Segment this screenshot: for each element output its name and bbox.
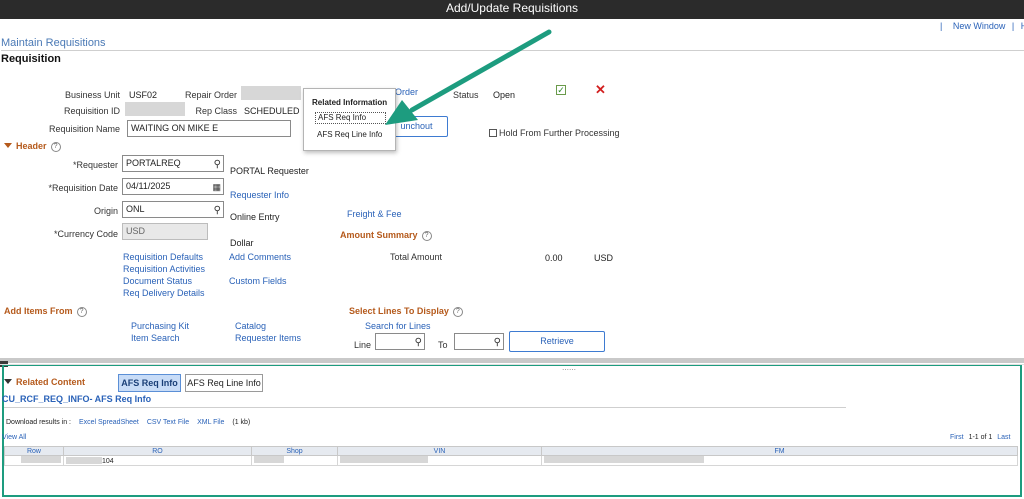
- ro-value: 104: [102, 457, 114, 465]
- cell-shop: [251, 455, 338, 466]
- add-items-label: Add Items From: [4, 306, 73, 316]
- cell-ro: 104: [63, 455, 252, 466]
- download-excel-link[interactable]: Excel SpreadSheet: [79, 419, 139, 426]
- grid-title-divider: [4, 407, 846, 408]
- collapse-triangle-icon: [4, 143, 12, 148]
- grid-pager: First 1-1 of 1 Last: [950, 434, 1011, 441]
- requester-description: PORTAL Requester: [230, 166, 309, 176]
- column-header-ro[interactable]: RO: [63, 446, 252, 456]
- column-header-row[interactable]: Row: [4, 446, 64, 456]
- amount-summary-section: Amount Summary?: [340, 230, 432, 241]
- grid-header-row: Row RO Shop VIN FM: [4, 446, 1018, 456]
- requisition-date-label: *Requisition Date: [48, 183, 118, 193]
- requester-info-link[interactable]: Requester Info: [230, 190, 289, 200]
- to-label: To: [438, 340, 448, 350]
- grid-title: CU_RCF_REQ_INFO- AFS Req Info: [2, 394, 152, 404]
- header-section-label: Header: [16, 141, 47, 151]
- retrieve-button[interactable]: Retrieve: [509, 331, 605, 352]
- cell-fm: [541, 455, 1018, 466]
- currency-code-input: USD: [122, 223, 208, 240]
- help-icon[interactable]: ?: [50, 142, 61, 152]
- select-lines-section: Select Lines To Display?: [349, 306, 463, 317]
- collapse-triangle-icon: [4, 379, 12, 384]
- origin-description: Online Entry: [230, 212, 280, 222]
- help-icon[interactable]: ?: [421, 231, 432, 241]
- requester-label: *Requester: [72, 160, 118, 170]
- line-label: Line: [354, 340, 372, 350]
- tab-afs-req-info[interactable]: AFS Req Info: [118, 374, 181, 392]
- item-search-link[interactable]: Item Search: [131, 333, 180, 343]
- search-icon[interactable]: ⚲: [494, 335, 501, 349]
- req-delivery-details-link[interactable]: Req Delivery Details: [123, 288, 205, 298]
- requester-value: PORTALREQ: [126, 158, 181, 168]
- origin-label: Origin: [93, 206, 118, 216]
- add-items-section: Add Items From?: [4, 306, 87, 317]
- cell-row: [4, 455, 64, 466]
- pager-last-link[interactable]: Last: [997, 434, 1010, 441]
- search-icon[interactable]: ⚲: [214, 157, 221, 171]
- download-row: Download results in : Excel SpreadSheet …: [6, 419, 250, 426]
- search-for-lines-link[interactable]: Search for Lines: [365, 321, 431, 331]
- view-all-link[interactable]: View All: [2, 434, 26, 441]
- add-comments-link[interactable]: Add Comments: [229, 252, 291, 262]
- redacted-block: [21, 456, 61, 463]
- requisition-date-value: 04/11/2025: [126, 181, 171, 191]
- search-icon[interactable]: ⚲: [415, 335, 422, 349]
- related-content-divider: [0, 364, 1024, 365]
- purchasing-kit-link[interactable]: Purchasing Kit: [131, 321, 189, 331]
- redacted-block: [544, 456, 704, 463]
- line-to-input[interactable]: ⚲: [454, 333, 504, 350]
- column-header-fm[interactable]: FM: [541, 446, 1018, 456]
- table-row: 104: [4, 455, 1018, 466]
- freight-fee-link[interactable]: Freight & Fee: [347, 209, 402, 219]
- related-content-toggle[interactable]: Related Content: [4, 377, 85, 387]
- annotation-arrow-line: [409, 29, 552, 113]
- total-amount-value: 0.00: [545, 253, 563, 263]
- cell-vin: [337, 455, 542, 466]
- currency-code-label: *Currency Code: [53, 229, 118, 239]
- requisition-activities-link[interactable]: Requisition Activities: [123, 264, 205, 274]
- redacted-block: [66, 456, 102, 464]
- requisition-date-input[interactable]: 04/11/2025 ▦: [122, 178, 224, 195]
- header-section-toggle[interactable]: Header?: [4, 141, 61, 152]
- total-amount-currency: USD: [594, 253, 614, 263]
- pager-first-link[interactable]: First: [950, 434, 964, 441]
- requester-input[interactable]: PORTALREQ ⚲: [122, 155, 224, 172]
- custom-fields-link[interactable]: Custom Fields: [229, 276, 287, 286]
- column-header-shop[interactable]: Shop: [251, 446, 338, 456]
- amount-summary-label: Amount Summary: [340, 230, 418, 240]
- pager-range: 1-1 of 1: [968, 434, 993, 441]
- document-status-link[interactable]: Document Status: [123, 276, 192, 286]
- annotation-arrow-head: [385, 100, 418, 125]
- currency-description: Dollar: [230, 238, 254, 248]
- requester-items-link[interactable]: Requester Items: [235, 333, 301, 343]
- line-from-input[interactable]: ⚲: [375, 333, 425, 350]
- download-label: Download results in :: [6, 419, 71, 426]
- column-header-vin[interactable]: VIN: [337, 446, 542, 456]
- tab-afs-req-line-info[interactable]: AFS Req Line Info: [185, 374, 263, 392]
- requisition-defaults-link[interactable]: Requisition Defaults: [123, 252, 203, 262]
- pane-splitter[interactable]: [0, 358, 1024, 363]
- related-content-label: Related Content: [16, 377, 86, 387]
- help-icon[interactable]: ?: [452, 307, 463, 317]
- catalog-link[interactable]: Catalog: [235, 321, 266, 331]
- download-xml-link[interactable]: XML File: [197, 419, 224, 426]
- origin-input[interactable]: ONL ⚲: [122, 201, 224, 218]
- origin-value: ONL: [126, 204, 145, 214]
- search-icon[interactable]: ⚲: [214, 203, 221, 217]
- download-csv-link[interactable]: CSV Text File: [147, 419, 189, 426]
- redacted-block: [340, 456, 428, 463]
- select-lines-label: Select Lines To Display: [349, 306, 449, 316]
- afs-req-info-grid: Row RO Shop VIN FM 104: [4, 446, 1018, 466]
- help-icon[interactable]: ?: [76, 307, 87, 317]
- calendar-icon[interactable]: ▦: [212, 180, 221, 194]
- total-amount-label: Total Amount: [390, 252, 443, 262]
- download-size: (1 kb): [232, 419, 251, 426]
- redacted-block: [254, 456, 284, 463]
